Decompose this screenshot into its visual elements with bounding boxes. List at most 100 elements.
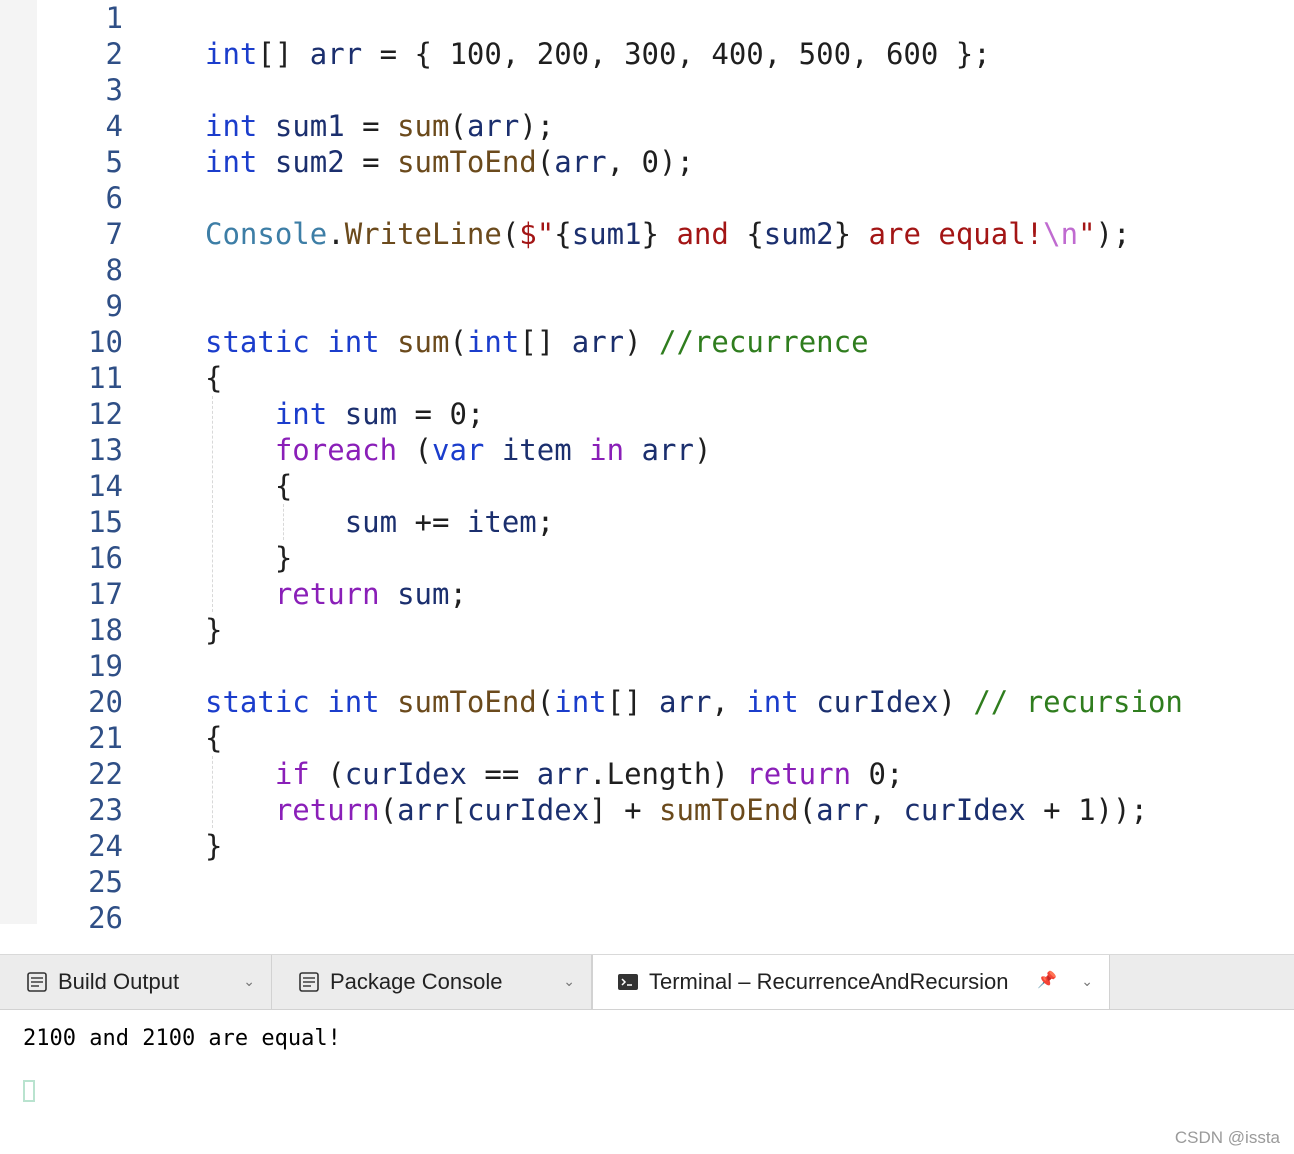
line-number: 23 (88, 793, 123, 827)
code-token: Length) (606, 757, 747, 791)
line-number: 21 (88, 721, 123, 755)
line-number: 12 (88, 397, 123, 431)
code-token: curIdex (903, 793, 1026, 827)
indent-guide (212, 396, 213, 612)
terminal-cursor (23, 1080, 35, 1102)
chevron-down-icon[interactable]: ⌄ (563, 973, 575, 990)
code-editor[interactable]: 1 2 3 4 5 6 7 8 9 10 11 12 13 14 15 16 17 18 19 20 21 22 23 24 2… (0, 0, 1294, 954)
code-line: Console.WriteLine($"{sum1} and {sum2} ar… (205, 216, 1130, 252)
terminal-output-area[interactable]: 2100 and 2100 are equal! CSDN @issta (0, 1010, 1294, 1154)
code-token: WriteLine (344, 217, 502, 251)
chevron-down-icon[interactable]: ⌄ (1081, 973, 1093, 990)
code-token: ( (536, 685, 555, 719)
bottom-panel-tabbar: Build Output ⌄ Package Console ⌄ Termina… (0, 955, 1294, 1010)
code-token: , (868, 793, 904, 827)
code-token: \n (1043, 217, 1079, 251)
code-token: sum1 (571, 217, 642, 251)
line-number: 13 (88, 433, 123, 467)
code-token: item (466, 505, 537, 539)
code-token: are equal! (851, 217, 1044, 251)
code-token: ; (449, 577, 467, 611)
line-number: 19 (88, 649, 123, 683)
watermark: CSDN @issta (1174, 1128, 1280, 1147)
tab-build-output[interactable]: Build Output ⌄ (0, 955, 272, 1009)
code-token: sum2 (763, 217, 834, 251)
line-number: 5 (105, 145, 123, 179)
code-token: ( (501, 217, 520, 251)
code-token: static (205, 685, 310, 719)
code-line: return(arr[curIdex] + sumToEnd(arr, curI… (205, 792, 1148, 828)
code-token: ] + (589, 793, 659, 827)
indent-guide (283, 504, 284, 540)
code-token: { (205, 721, 223, 755)
code-token: arr (554, 145, 607, 179)
code-line: int sum2 = sumToEnd(arr, 0); (205, 144, 694, 180)
code-token: sum2 (274, 145, 345, 179)
line-number: 18 (88, 613, 123, 647)
code-token: } (205, 613, 223, 647)
code-token: sum (397, 577, 450, 611)
code-token: ( (449, 325, 467, 359)
code-token: [] (519, 325, 572, 359)
code-token: } (641, 217, 659, 251)
code-token: int (327, 325, 380, 359)
code-token: item (501, 433, 572, 467)
build-output-icon (26, 971, 48, 993)
tab-build-output-label: Build Output (58, 969, 180, 994)
tab-terminal[interactable]: Terminal – RecurrenceAndRecursion 📌 ⌄ (592, 955, 1110, 1009)
code-token: sum1 (274, 109, 345, 143)
code-token: ( (798, 793, 817, 827)
code-token: { (746, 217, 764, 251)
code-token: arr (641, 433, 694, 467)
code-token: = (344, 145, 398, 179)
code-token: int (205, 37, 258, 71)
chevron-down-icon[interactable]: ⌄ (243, 973, 255, 990)
package-console-icon (298, 971, 320, 993)
code-token: return (746, 757, 852, 791)
line-number: 20 (88, 685, 123, 719)
code-token: arr (659, 685, 712, 719)
code-line: static int sum(int[] arr) //recurrence (205, 324, 869, 360)
code-token: arr (466, 109, 520, 143)
code-token: arr (397, 793, 450, 827)
code-token: += (397, 505, 467, 539)
code-token: int (327, 685, 380, 719)
terminal-icon (617, 971, 639, 993)
tab-package-console[interactable]: Package Console ⌄ (272, 955, 592, 1009)
code-token: ( (309, 757, 345, 791)
code-token: = { 100, 200, 300, 400, 500, 600 }; (362, 37, 991, 71)
code-token: ) (693, 433, 712, 467)
code-token: arr (816, 793, 869, 827)
code-line: } (205, 540, 292, 576)
code-token: + 1)); (1025, 793, 1148, 827)
line-number: 22 (88, 757, 123, 791)
code-token: { (205, 361, 223, 395)
line-number: 3 (105, 73, 123, 107)
code-token: int (466, 325, 520, 359)
code-token: int (746, 685, 799, 719)
code-line: static int sumToEnd(int[] arr, int curId… (205, 684, 1183, 720)
line-number: 2 (105, 37, 123, 71)
code-token: ( (379, 793, 398, 827)
code-token: . (327, 217, 345, 251)
code-token: return (274, 577, 380, 611)
code-token: sum (397, 109, 450, 143)
code-token: curIdex (344, 757, 467, 791)
code-line: int[] arr = { 100, 200, 300, 400, 500, 6… (205, 36, 991, 72)
code-token: sumToEnd (397, 145, 537, 179)
pin-icon[interactable]: 📌 (1037, 970, 1057, 990)
code-token: " (1078, 217, 1096, 251)
code-token: { (554, 217, 572, 251)
line-number: 7 (105, 217, 123, 251)
